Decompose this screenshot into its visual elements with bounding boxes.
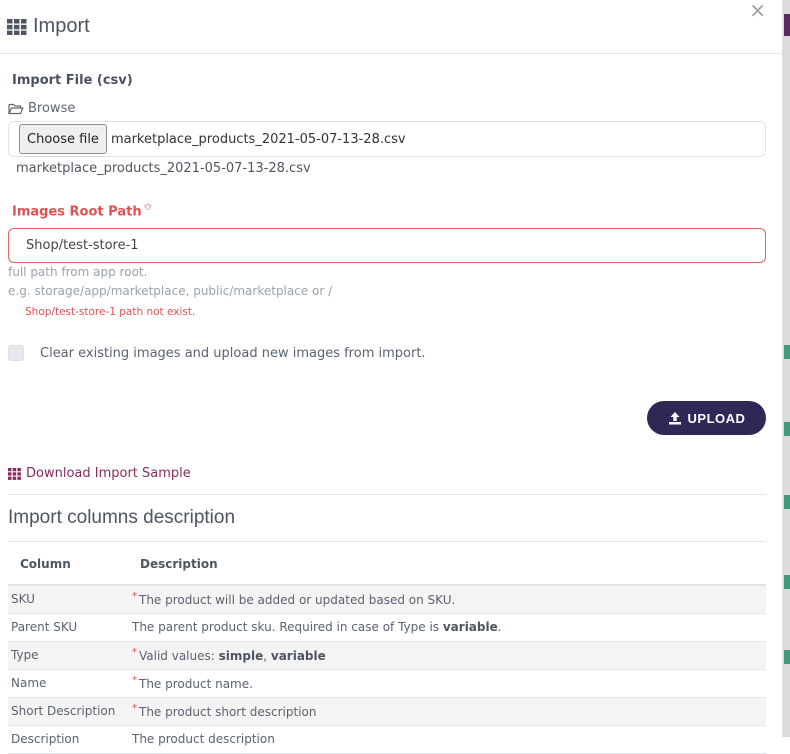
required-marker: * xyxy=(132,703,137,714)
browse-label: Browse xyxy=(8,101,75,116)
upload-button[interactable]: UPLOAD xyxy=(647,401,766,435)
background-page-mark xyxy=(784,422,790,436)
divider xyxy=(8,494,766,495)
table-row: Description The product description xyxy=(8,725,766,754)
column-name: Type xyxy=(8,641,132,670)
column-name: Description xyxy=(8,725,132,754)
section-title: Import columns description xyxy=(8,507,236,528)
column-header-column: Column xyxy=(8,543,132,586)
background-page-mark xyxy=(784,14,790,36)
column-name: Short Description xyxy=(8,697,132,726)
grid-icon xyxy=(7,18,27,35)
description-text: Valid values: xyxy=(139,649,219,663)
help-text-line-2: e.g. storage/app/marketplace, public/mar… xyxy=(8,284,333,298)
column-description: * Valid values: simple, variable xyxy=(132,641,766,670)
browse-text: Browse xyxy=(28,101,76,116)
clear-images-label: Clear existing images and upload new ima… xyxy=(40,345,426,361)
clear-images-checkbox[interactable] xyxy=(8,345,24,361)
table-row: Type * Valid values: simple, variable xyxy=(8,641,766,670)
grid-icon xyxy=(8,467,21,480)
column-name: SKU xyxy=(8,585,132,614)
images-root-path-label: Images Root Path ✩ xyxy=(12,202,152,219)
column-description: * The product will be added or updated ba… xyxy=(132,585,766,614)
table-header-row: Column Description xyxy=(8,543,766,586)
background-page-mark xyxy=(784,495,790,509)
selected-file-label: marketplace_products_2021-05-07-13-28.cs… xyxy=(16,161,311,176)
table-row: SKU * The product will be added or update… xyxy=(8,585,766,614)
table-row: Short Description * The product short des… xyxy=(8,697,766,726)
close-button[interactable]: × xyxy=(749,0,766,22)
column-name: Name xyxy=(8,669,132,698)
modal-header: Import × xyxy=(0,0,782,54)
images-root-path-input[interactable] xyxy=(8,228,766,263)
help-text-line-1: full path from app root. xyxy=(8,265,148,279)
background-page-mark xyxy=(784,345,790,359)
required-star-icon: ✩ xyxy=(143,202,152,213)
table-row: Parent SKU The parent product sku. Requi… xyxy=(8,613,766,642)
file-input[interactable]: Choose file marketplace_products_2021-05… xyxy=(8,121,766,157)
table-row: Name * The product name. xyxy=(8,669,766,698)
import-file-label: Import File (csv) xyxy=(12,73,133,88)
description-bold: simple xyxy=(218,649,264,663)
folder-open-icon xyxy=(8,103,24,114)
description-text: The parent product sku. Required in case… xyxy=(132,620,443,634)
description-text: The product will be added or updated bas… xyxy=(139,593,456,608)
required-marker: * xyxy=(132,675,137,686)
column-description: The product description xyxy=(132,725,766,754)
download-import-sample-link[interactable]: Download Import Sample xyxy=(8,466,191,481)
import-modal: Import × Import File (csv) Browse Choose… xyxy=(0,0,782,754)
required-marker: * xyxy=(132,591,137,603)
download-import-sample-text: Download Import Sample xyxy=(26,466,191,481)
images-root-path-label-text: Images Root Path xyxy=(12,204,142,220)
description-bold: variable xyxy=(442,620,498,634)
description-bold: variable xyxy=(270,649,326,663)
background-page-mark xyxy=(784,575,790,589)
path-error-message: Shop/test-store-1 path not exist. xyxy=(25,306,196,318)
divider xyxy=(8,541,766,542)
modal-title: Import xyxy=(33,15,90,37)
choose-file-button[interactable]: Choose file xyxy=(19,124,107,154)
description-text: The product short description xyxy=(139,705,317,719)
chosen-file-name: marketplace_products_2021-05-07-13-28.cs… xyxy=(110,131,406,147)
column-description: * The product name. xyxy=(132,669,766,698)
description-text: . xyxy=(497,620,502,634)
required-marker: * xyxy=(132,647,137,658)
background-page-edge xyxy=(782,0,790,737)
column-description: * The product short description xyxy=(132,697,766,726)
clear-images-row: Clear existing images and upload new ima… xyxy=(8,345,426,361)
description-text: , xyxy=(263,649,271,663)
upload-button-label: UPLOAD xyxy=(687,410,746,426)
column-description: The parent product sku. Required in case… xyxy=(132,613,766,642)
description-text: The product description xyxy=(132,732,275,746)
upload-icon xyxy=(668,412,681,425)
column-name: Parent SKU xyxy=(8,613,132,642)
import-columns-table: Column Description SKU * The product will… xyxy=(8,543,766,754)
description-text: The product name. xyxy=(139,677,253,691)
column-header-description: Description xyxy=(132,543,766,586)
background-page-mark xyxy=(784,650,790,664)
